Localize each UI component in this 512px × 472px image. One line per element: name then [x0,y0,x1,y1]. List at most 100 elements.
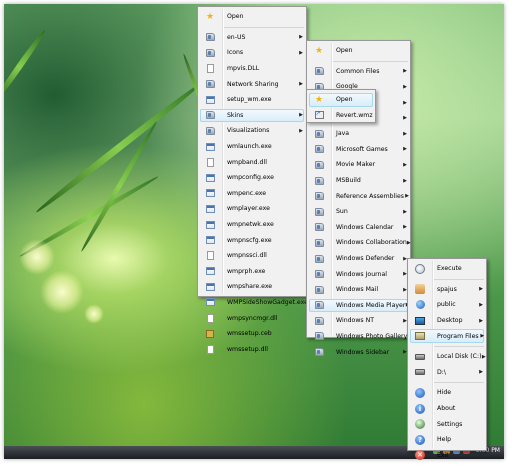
menu-item[interactable]: Microsoft Games ▶ [307,142,410,158]
menu-item[interactable]: Windows Mail ▶ [307,282,410,298]
submenu-arrow-icon: ▶ [480,333,485,340]
menu-item-icon-slot [408,316,432,325]
menu-item[interactable]: i About [408,401,486,417]
menu-item[interactable]: Skins ▶ [198,108,306,124]
menu-item[interactable]: Windows Media Player▶ [307,298,410,314]
menu-item[interactable]: setup_wm.exe [198,92,306,108]
menu-item-label: Windows Media Player [336,301,406,309]
menu-item[interactable]: wmpsyncmgr.dll [198,310,306,326]
menu-item[interactable]: Program Files ▶ [408,328,486,344]
menu-item[interactable]: MSBuild ▶ [307,173,410,189]
menu-item[interactable]: Windows Photo Gallery▶ [307,329,411,345]
menu-item-label: Visualizations [227,127,270,135]
menu-item[interactable]: wmpshare.exe [198,279,306,295]
light-bokeh [84,304,104,324]
menu-item[interactable]: wmlaunch.exe [198,139,306,155]
menu-item[interactable]: D:\ ▶ [408,365,486,381]
menu-item-icon-slot [307,238,331,247]
menu-item[interactable]: Visualizations ▶ [198,123,306,139]
menu-item[interactable]: Desktop ▶ [408,313,486,329]
menu-item[interactable]: Windows NT ▶ [307,313,410,329]
menu-item-label: WMPSideShowGadget.exe [227,298,308,306]
menu-item[interactable]: Windows Journal ▶ [307,266,410,282]
menu-item[interactable]: Local Disk (C:) ▶ [408,349,486,365]
menu-skins-folder: ★ Open Revert.wmz [306,89,376,123]
globe-icon [415,300,425,310]
menu-item[interactable]: Java ▶ [307,126,410,142]
menu-item-label: Windows Collaboration [336,239,407,247]
menu-item[interactable]: wmpenc.exe [198,186,306,202]
menu-item-icon-slot [307,223,331,232]
menu-item-icon-slot: ★ [307,95,331,105]
folder-icon [314,301,324,310]
menu-item[interactable]: ★ Open [307,43,410,59]
menu-item-label: wmssetup.ceb [227,330,272,338]
menu-item[interactable]: wmpnetwk.exe [198,217,306,233]
submenu-arrow-icon: ▶ [479,301,483,308]
menu-item-label: Skins [227,111,244,119]
menu-item[interactable]: mpvis.DLL [198,61,306,77]
menu-item-icon-slot [198,48,222,57]
menu-item[interactable]: wmprph.exe [198,264,306,280]
folder-icon [314,207,324,216]
menu-item-label: Windows Defender [336,255,395,263]
menu-item[interactable]: Common Files ▶ [307,64,410,80]
submenu-arrow-icon: ▶ [403,177,407,184]
submenu-arrow-icon: ▶ [406,239,411,246]
menu-item[interactable]: Sun ▶ [307,204,410,220]
submenu-arrow-icon: ▶ [299,112,303,119]
menu-item[interactable]: spajus ▶ [408,282,486,298]
menu-item[interactable]: Execute [408,261,486,277]
menu-item[interactable]: Hide [408,385,486,401]
menu-item[interactable]: Windows Calendar ▶ [307,220,410,236]
menu-item-label: wmpnscfg.exe [227,236,272,244]
menu-item[interactable]: Settings [408,416,486,432]
menu-item[interactable]: wmssetup.dll [198,341,306,357]
program-files-icon [415,332,425,341]
hide-icon [415,387,425,398]
menu-item[interactable]: ✕ Exit [408,448,486,464]
menu-item[interactable]: Windows Collaboration ▶ [307,235,411,251]
menu-item-icon-slot [198,282,222,291]
menu-item-icon-slot [198,33,222,42]
menu-item-icon-slot [408,387,432,398]
menu-item-label: Movie Maker [336,161,376,169]
menu-item[interactable]: Windows Sidebar ▶ [307,344,410,360]
menu-item[interactable]: wmpconfig.exe [198,170,306,186]
menu-item[interactable]: Network Sharing ▶ [198,76,306,92]
screenshot-frame: 3:00 PM ★ Open en-US ▶ Icons ▶ mpvis.DLL Networ… [0,0,512,472]
menu-item-label: Program Files [437,332,479,340]
menu-item[interactable]: public ▶ [408,297,486,313]
menu-tray-launcher: Execute spajus ▶ public ▶ Desktop ▶ Program Fil… [407,258,487,461]
menu-item[interactable]: ★ Open [198,9,306,25]
menu-item-icon-slot [198,251,222,261]
menu-item[interactable]: wmssetup.ceb [198,326,306,342]
menu-item-label: wmpnetwk.exe [227,221,274,229]
folder-icon [205,33,215,42]
menu-item[interactable]: ? Help [408,432,486,448]
menu-item[interactable]: wmplayer.exe [198,201,306,217]
menu-item[interactable]: Windows Defender ▶ [307,251,410,267]
menu-item-label: wmprph.exe [227,267,266,275]
menu-item-label: wmpband.dll [227,158,267,166]
menu-item[interactable]: Revert.wmz [307,108,375,124]
menu-item-icon-slot [198,267,222,276]
folder-icon [205,126,215,135]
submenu-arrow-icon: ▶ [481,353,486,360]
menu-item[interactable]: ★ Open [307,92,375,108]
menu-item-label: wmpnssci.dll [227,252,267,260]
submenu-arrow-icon: ▶ [403,68,407,75]
menu-item[interactable]: wmpnssci.dll [198,248,306,264]
menu-item-label: setup_wm.exe [227,96,272,104]
menu-item[interactable]: Icons ▶ [198,45,306,61]
folder-icon [314,285,324,294]
exe-icon [205,220,215,229]
menu-item[interactable]: wmpnscfg.exe [198,232,306,248]
menu-item[interactable]: WMPSideShowGadget.exe [198,295,308,311]
menu-item[interactable]: Movie Maker ▶ [307,157,410,173]
folder-icon [314,254,324,263]
menu-item-icon-slot [307,129,331,138]
menu-item[interactable]: Reference Assemblies ▶ [307,188,410,204]
menu-item[interactable]: en-US ▶ [198,30,306,46]
menu-item[interactable]: wmpband.dll [198,154,306,170]
